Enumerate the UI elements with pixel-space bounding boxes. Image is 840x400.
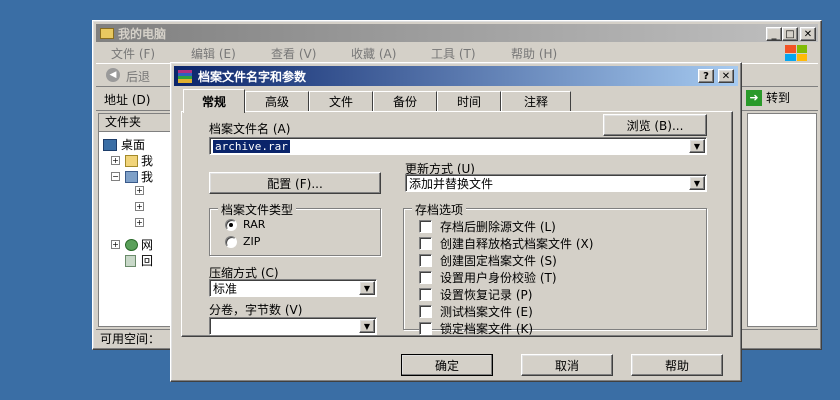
- winrar-icon: [178, 69, 192, 83]
- option-authenticity[interactable]: 设置用户身份校验 (T): [419, 269, 557, 286]
- checkbox[interactable]: [419, 322, 432, 335]
- recycle-bin-icon: [125, 254, 136, 267]
- back-arrow-icon: ◀: [106, 68, 120, 82]
- tree-item-recycle-bin[interactable]: 回: [125, 252, 153, 269]
- checkbox[interactable]: [419, 288, 432, 301]
- help-button[interactable]: 帮助: [631, 354, 723, 376]
- minimize-button[interactable]: _: [766, 27, 782, 41]
- tree-item-drive-1[interactable]: +: [135, 186, 149, 195]
- archive-dialog: 档案文件名字和参数 ? ✕ 常规 高级 文件 备份 时间 注释 档案文件名 (A…: [170, 62, 742, 382]
- archive-name-label: 档案文件名 (A): [209, 122, 291, 136]
- browse-button[interactable]: 浏览 (B)...: [603, 114, 707, 136]
- checkbox[interactable]: [419, 271, 432, 284]
- dialog-help-button[interactable]: ?: [698, 69, 714, 83]
- menu-favorites[interactable]: 收藏 (A): [351, 45, 396, 62]
- archive-options-label: 存档选项: [412, 201, 467, 218]
- option-test-archive[interactable]: 测试档案文件 (E): [419, 303, 533, 320]
- option-delete-after-archiving[interactable]: 存档后删除源文件 (L): [419, 218, 556, 235]
- tab-backup[interactable]: 备份: [373, 91, 437, 111]
- menu-edit[interactable]: 编辑 (E): [191, 45, 236, 62]
- folders-pane: 文件夹 桌面 + 我 − 我 + + + + 网 回: [98, 113, 172, 327]
- expand-icon[interactable]: +: [135, 186, 144, 195]
- tab-files[interactable]: 文件: [309, 91, 373, 111]
- menu-view[interactable]: 查看 (V): [271, 45, 316, 62]
- radio-zip-dot[interactable]: [225, 235, 237, 248]
- update-method-value: 添加并替换文件: [409, 176, 494, 191]
- network-icon: [125, 238, 138, 251]
- tree-item-drive-2[interactable]: +: [135, 202, 149, 211]
- radio-rar[interactable]: RAR: [225, 218, 265, 231]
- tree-item-my-computer[interactable]: − 我: [111, 168, 153, 185]
- tree-item-drive-3[interactable]: +: [135, 218, 149, 227]
- cancel-button[interactable]: 取消: [521, 354, 613, 376]
- archive-name-input[interactable]: archive.rar: [213, 139, 290, 153]
- maximize-button[interactable]: □: [782, 27, 798, 41]
- go-label: 转到: [766, 91, 791, 105]
- address-label: 地址 (D): [104, 93, 151, 107]
- volume-label: 分卷，字节数 (V): [209, 303, 303, 317]
- checkbox[interactable]: [419, 220, 432, 233]
- status-text: 可用空间：: [100, 332, 161, 346]
- folders-label: 文件夹: [105, 115, 142, 129]
- desktop-icon: [103, 138, 117, 151]
- dialog-titlebar[interactable]: 档案文件名字和参数 ? ✕: [174, 66, 738, 86]
- menu-help[interactable]: 帮助 (H): [511, 45, 557, 62]
- compression-select[interactable]: 标准 ▼: [209, 279, 377, 297]
- checkbox[interactable]: [419, 305, 432, 318]
- radio-rar-dot[interactable]: [225, 218, 237, 231]
- expand-icon[interactable]: +: [111, 240, 120, 249]
- option-lock-archive[interactable]: 锁定档案文件 (K): [419, 320, 533, 337]
- radio-zip[interactable]: ZIP: [225, 235, 260, 248]
- volume-combobox[interactable]: ▼: [209, 317, 377, 335]
- tab-comment[interactable]: 注释: [501, 91, 571, 111]
- option-recovery-record[interactable]: 设置恢复记录 (P): [419, 286, 532, 303]
- menu-file[interactable]: 文件 (F): [111, 45, 155, 62]
- tree-item-network[interactable]: + 网: [111, 236, 153, 253]
- back-button[interactable]: 后退: [126, 68, 150, 85]
- expand-icon[interactable]: +: [111, 156, 120, 165]
- tab-advanced[interactable]: 高级: [245, 91, 309, 111]
- expand-icon[interactable]: +: [135, 202, 144, 211]
- archive-type-label: 档案文件类型: [218, 201, 297, 218]
- go-arrow-icon: ➜: [746, 89, 762, 106]
- dialog-title: 档案文件名字和参数: [198, 69, 307, 84]
- go-button[interactable]: ➜ 转到: [746, 89, 790, 106]
- folder-icon: [100, 27, 114, 39]
- ok-button[interactable]: 确定: [401, 354, 493, 376]
- explorer-titlebar[interactable]: 我的电脑 _ □ ✕: [96, 24, 818, 42]
- option-create-sfx[interactable]: 创建自释放格式档案文件 (X): [419, 235, 593, 252]
- collapse-icon[interactable]: −: [111, 172, 120, 181]
- checkbox[interactable]: [419, 254, 432, 267]
- computer-icon: [125, 170, 138, 183]
- menu-tools[interactable]: 工具 (T): [431, 45, 476, 62]
- archive-type-group: 档案文件类型: [209, 201, 381, 256]
- archive-name-combobox[interactable]: archive.rar ▼: [209, 137, 707, 155]
- tree-item-my-documents[interactable]: + 我: [111, 152, 153, 169]
- volume-dropdown-arrow[interactable]: ▼: [359, 319, 375, 333]
- archive-name-dropdown-arrow[interactable]: ▼: [689, 139, 705, 153]
- folders-header: 文件夹: [99, 114, 171, 132]
- tab-time[interactable]: 时间: [437, 91, 501, 111]
- update-method-select[interactable]: 添加并替换文件 ▼: [405, 174, 707, 192]
- tab-general[interactable]: 常规: [183, 89, 245, 113]
- dialog-close-button[interactable]: ✕: [718, 69, 734, 83]
- compression-dropdown-arrow[interactable]: ▼: [359, 281, 375, 295]
- windows-logo-icon: [779, 43, 813, 63]
- config-button[interactable]: 配置 (F)...: [209, 172, 381, 194]
- expand-icon[interactable]: +: [135, 218, 144, 227]
- compression-value: 标准: [213, 281, 238, 296]
- option-create-solid[interactable]: 创建固定档案文件 (S): [419, 252, 557, 269]
- close-button[interactable]: ✕: [800, 27, 816, 41]
- checkbox[interactable]: [419, 237, 432, 250]
- update-method-dropdown-arrow[interactable]: ▼: [689, 176, 705, 190]
- explorer-title: 我的电脑: [118, 26, 167, 41]
- tree-item-desktop[interactable]: 桌面: [103, 136, 145, 153]
- documents-icon: [125, 154, 138, 167]
- content-pane: [747, 113, 817, 327]
